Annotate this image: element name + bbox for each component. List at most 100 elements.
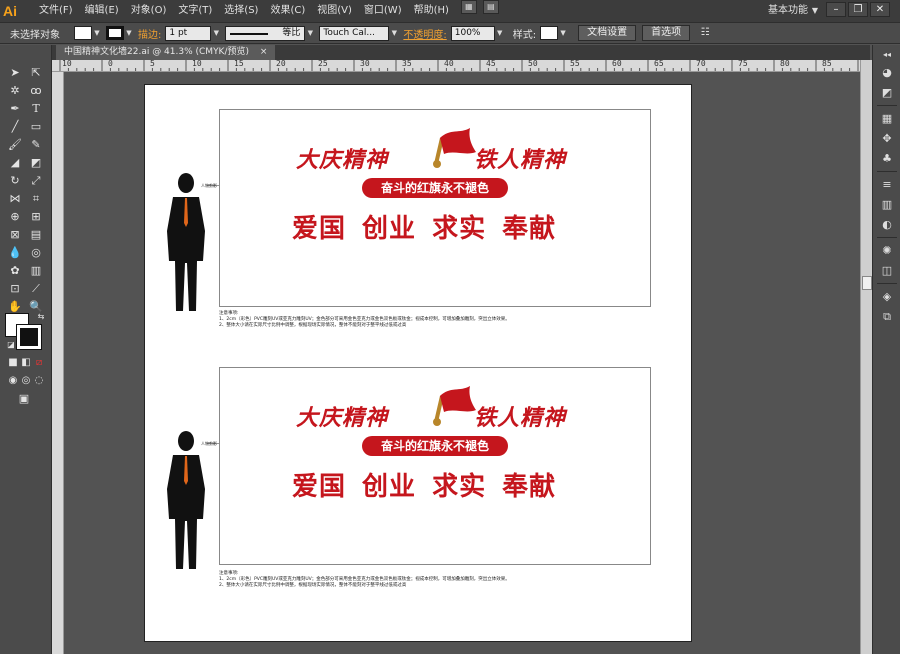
canvas[interactable]: 人物剪影 大庆精神 铁人精神 奋斗的红旗永不褪色 爱国 创业 求实 奉献 注意事… [64, 72, 860, 654]
pencil-tool-icon[interactable]: ✎ [27, 137, 45, 153]
brushes-panel-icon[interactable]: ✥ [879, 131, 895, 147]
layers-panel-icon[interactable]: ◈ [879, 289, 895, 305]
width-tool-icon[interactable]: ⋈ [6, 191, 24, 207]
line-tool-icon[interactable]: ╱ [6, 119, 24, 135]
free-transform-tool-icon[interactable]: ⌗ [27, 191, 45, 207]
direct-selection-tool-icon[interactable]: ⇱ [27, 65, 45, 81]
artboard-tool-icon[interactable]: ⊡ [6, 281, 24, 297]
draw-inside-icon[interactable]: ◌ [30, 373, 48, 389]
selection-tool-icon[interactable]: ➤ [6, 65, 24, 81]
collapse-panels-icon[interactable]: ◂◂ [879, 47, 895, 63]
lasso-tool-icon[interactable]: ꝏ [27, 83, 45, 99]
shape-builder-tool-icon[interactable]: ⊕ [6, 209, 24, 225]
menu-window[interactable]: 窗口(W) [358, 0, 408, 22]
stroke-label[interactable]: 描边: [138, 26, 161, 41]
symbols-panel-icon[interactable]: ♣ [879, 151, 895, 167]
panel-divider [877, 237, 897, 238]
graphic-styles-panel-icon[interactable]: ◫ [879, 263, 895, 279]
blend-tool-icon[interactable]: ◎ [27, 245, 45, 261]
notes-line: 2、整体大小请在实际尺寸比例中调整，根据现场实际情况，整体不能刻对于整平线过低或… [219, 323, 407, 328]
symbol-sprayer-tool-icon[interactable]: ✿ [6, 263, 24, 279]
businessman-silhouette [167, 173, 205, 311]
pen-tool-icon[interactable]: ✒ [6, 101, 24, 117]
transparency-panel-icon[interactable]: ◐ [879, 217, 895, 233]
design-panel-top[interactable]: 大庆精神 铁人精神 奋斗的红旗永不褪色 爱国 创业 求实 奉献 [219, 109, 651, 307]
stroke-panel-icon[interactable]: ≡ [879, 177, 895, 193]
brush-definition[interactable]: Touch Cal... [319, 25, 390, 41]
variable-width-profile[interactable]: 等比 [225, 25, 306, 41]
gradient-tool-icon[interactable]: ▤ [27, 227, 45, 243]
artboard[interactable]: 人物剪影 大庆精神 铁人精神 奋斗的红旗永不褪色 爱国 创业 求实 奉献 注意事… [144, 84, 692, 642]
type-tool-icon[interactable]: T [27, 101, 45, 117]
design-panel-bottom[interactable]: 大庆精神 铁人精神 奋斗的红旗永不褪色 爱国 创业 求实 奉献 [219, 367, 651, 565]
rotate-tool-icon[interactable]: ↻ [6, 173, 24, 189]
arrange-icon[interactable]: ☷ [698, 26, 712, 40]
document-tab[interactable]: 中国精神文化墙22.ai @ 41.3% (CMYK/预览) × [56, 45, 276, 60]
chevron-down-icon[interactable]: ▼ [558, 26, 568, 40]
menu-edit[interactable]: 编辑(E) [79, 0, 125, 22]
document-setup-button[interactable]: 文档设置 [578, 25, 637, 41]
menu-file[interactable]: 文件(F) [33, 0, 79, 22]
slogan: 爱国 创业 求实 奉献 [292, 472, 557, 502]
screen-mode-icon[interactable]: ▣ [15, 391, 33, 407]
preferences-button[interactable]: 首选项 [642, 25, 691, 41]
eyedropper-tool-icon[interactable]: 💧 [6, 245, 24, 261]
horizontal-ruler[interactable]: 10 0 5 10 15 20 25 30 35 40 45 50 55 60 … [52, 60, 860, 72]
chevron-down-icon[interactable]: ▼ [211, 26, 221, 40]
paintbrush-tool-icon[interactable]: 🖌 [6, 137, 24, 153]
chevron-down-icon[interactable]: ▼ [305, 26, 315, 40]
menu-type[interactable]: 文字(T) [172, 0, 218, 22]
close-button[interactable]: ✕ [870, 2, 890, 17]
menu-object[interactable]: 对象(O) [125, 0, 173, 22]
scale-tool-icon[interactable]: ⤢ [27, 173, 45, 189]
color-guide-icon[interactable]: ◩ [879, 85, 895, 101]
slice-tool-icon[interactable]: ⟋ [27, 281, 45, 297]
mesh-tool-icon[interactable]: ⊠ [6, 227, 24, 243]
none-mode-icon[interactable]: ⧄ [30, 355, 48, 371]
graph-tool-icon[interactable]: ▥ [27, 263, 45, 279]
vertical-scrollbar[interactable] [860, 60, 872, 654]
ruler-ticks [59, 60, 859, 71]
panel-divider [877, 171, 897, 172]
default-fill-stroke-icon[interactable]: ◪ [2, 337, 20, 353]
fill-color-swatch[interactable] [74, 26, 92, 40]
chevron-down-icon[interactable]: ▼ [812, 0, 818, 22]
gradient-panel-icon[interactable]: ▥ [879, 197, 895, 213]
menu-view[interactable]: 视图(V) [311, 0, 358, 22]
opacity-field[interactable]: 100% [450, 25, 495, 41]
minimize-button[interactable]: – [826, 2, 846, 17]
chevron-down-icon[interactable]: ▼ [389, 26, 399, 40]
scrollbar-thumb[interactable] [862, 276, 872, 290]
perspective-grid-tool-icon[interactable]: ⊞ [27, 209, 45, 225]
appearance-panel-icon[interactable]: ✺ [879, 243, 895, 259]
figure-label: 人物剪影 [201, 441, 217, 446]
eraser-tool-icon[interactable]: ◩ [27, 155, 45, 171]
workspace-switcher[interactable]: 基本功能 [768, 0, 808, 22]
figure-label: 人物剪影 [201, 183, 217, 188]
rectangle-tool-icon[interactable]: ▭ [27, 119, 45, 135]
artboards-panel-icon[interactable]: ⧉ [879, 309, 895, 325]
bridge-icon[interactable]: ▦ [460, 0, 477, 14]
chevron-down-icon[interactable]: ▼ [124, 26, 134, 40]
graphic-style-swatch[interactable] [540, 26, 559, 40]
title-left: 大庆精神 [296, 405, 389, 431]
blob-brush-tool-icon[interactable]: ◢ [6, 155, 24, 171]
stroke-weight-field[interactable]: 1 pt [165, 25, 212, 41]
stroke-swatch[interactable] [16, 324, 42, 350]
swatches-panel-icon[interactable]: ▦ [879, 111, 895, 127]
stroke-color-swatch[interactable] [106, 26, 124, 40]
chevron-down-icon[interactable]: ▼ [92, 26, 102, 40]
chevron-down-icon[interactable]: ▼ [495, 26, 505, 40]
color-panel-icon[interactable]: ◕ [879, 65, 895, 81]
menu-effect[interactable]: 效果(C) [264, 0, 311, 22]
vertical-ruler[interactable] [52, 72, 64, 654]
menu-select[interactable]: 选择(S) [218, 0, 264, 22]
arrange-documents-icon[interactable]: ▤ [482, 0, 499, 14]
close-tab-icon[interactable]: × [260, 47, 268, 57]
opacity-label[interactable]: 不透明度: [403, 26, 446, 41]
maximize-button[interactable]: ❐ [848, 2, 868, 17]
magic-wand-tool-icon[interactable]: ✲ [6, 83, 24, 99]
swap-fill-stroke-icon[interactable]: ⇆ [32, 309, 50, 325]
menu-help[interactable]: 帮助(H) [408, 0, 455, 22]
panel-divider [877, 283, 897, 284]
